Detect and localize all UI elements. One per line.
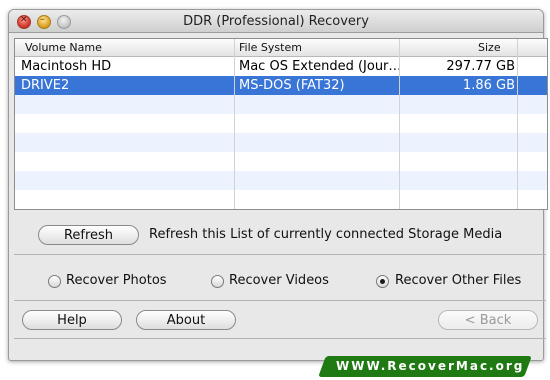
recover-videos-radio[interactable] [211, 275, 224, 288]
recover-other-files-radio[interactable] [376, 275, 389, 288]
window-title: DDR (Professional) Recovery [183, 14, 369, 29]
volume-name-cell: DRIVE2 [21, 78, 70, 93]
back-button[interactable]: < Back [438, 310, 538, 330]
refresh-button[interactable]: Refresh [38, 225, 139, 245]
empty-row [15, 190, 547, 209]
divider [14, 300, 546, 301]
size-cell: 1.86 GB [462, 78, 515, 93]
column-divider [399, 39, 400, 209]
empty-row [15, 114, 547, 133]
file-system-cell: Mac OS Extended (Jour… [239, 59, 402, 74]
help-button[interactable]: Help [22, 310, 122, 330]
divider [14, 338, 546, 339]
empty-row [15, 95, 547, 114]
recover-videos-label[interactable]: Recover Videos [229, 273, 329, 288]
file-system-cell: MS-DOS (FAT32) [239, 78, 345, 93]
column-header-size[interactable]: Size [478, 41, 501, 54]
empty-row [15, 133, 547, 152]
size-cell: 297.77 GB [446, 59, 515, 74]
refresh-description: Refresh this List of currently connected… [149, 227, 503, 242]
recover-other-files-label[interactable]: Recover Other Files [395, 273, 521, 288]
empty-row [15, 171, 547, 190]
column-divider [234, 39, 235, 209]
watermark-text: WWW.RecoverMac.org [336, 359, 525, 373]
recover-photos-label[interactable]: Recover Photos [66, 273, 167, 288]
table-row[interactable]: Macintosh HD Mac OS Extended (Jour… 297.… [15, 57, 547, 76]
divider [14, 254, 546, 255]
volume-table[interactable]: Volume Name File System Size Macintosh H… [14, 38, 548, 210]
table-row-selected[interactable]: DRIVE2 MS-DOS (FAT32) 1.86 GB [15, 76, 547, 95]
title-bar: DDR (Professional) Recovery [9, 10, 543, 33]
about-button[interactable]: About [136, 310, 236, 330]
table-header: Volume Name File System Size [15, 39, 547, 57]
empty-row [15, 152, 547, 171]
column-divider [517, 39, 518, 209]
recover-photos-radio[interactable] [48, 275, 61, 288]
column-header-file-system[interactable]: File System [239, 41, 302, 54]
volume-name-cell: Macintosh HD [21, 59, 112, 74]
column-header-volume-name[interactable]: Volume Name [25, 41, 102, 54]
